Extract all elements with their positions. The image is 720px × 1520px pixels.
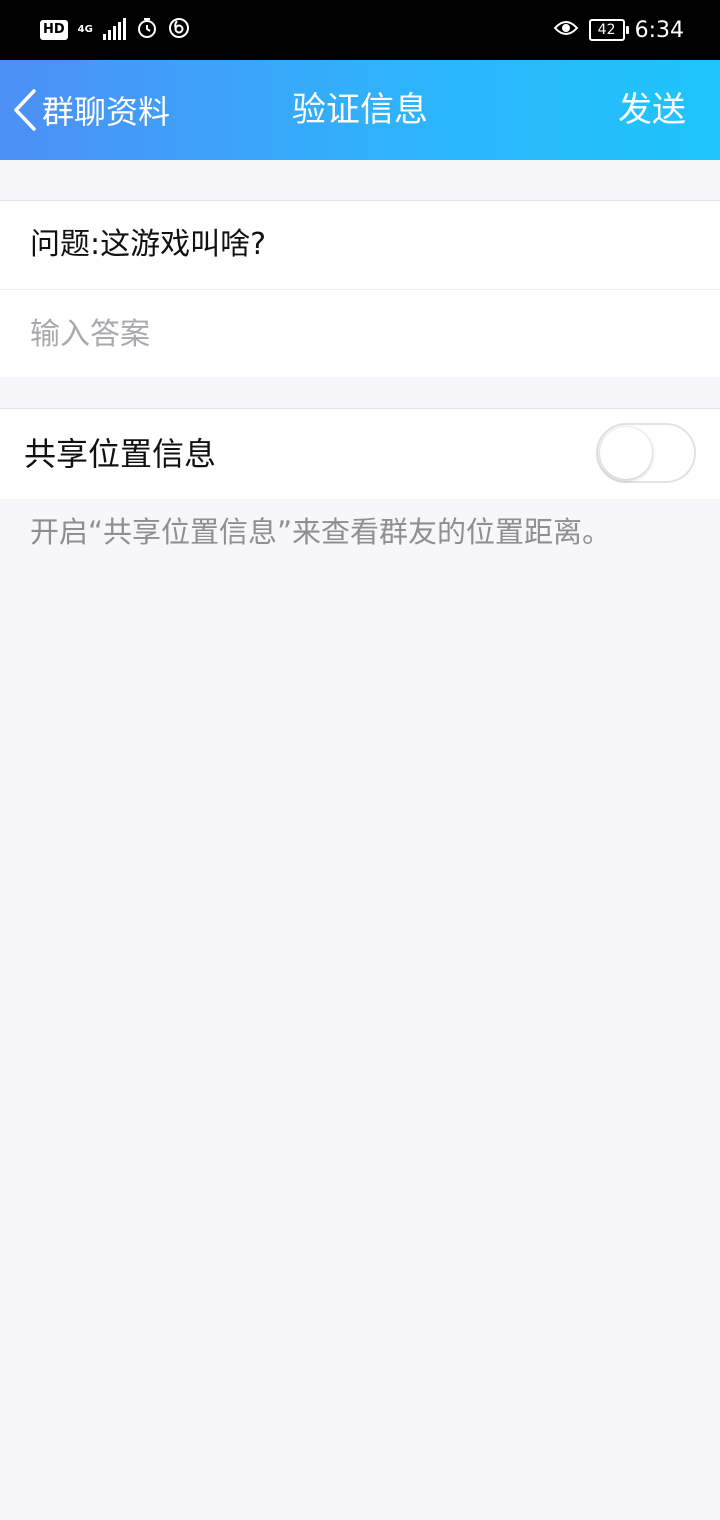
navigation-bar: 群聊资料 验证信息 发送	[0, 60, 720, 160]
eye-comfort-icon	[553, 18, 579, 42]
answer-input[interactable]	[0, 290, 720, 378]
verification-question: 问题:这游戏叫啥?	[0, 201, 720, 290]
alarm-clock-icon	[136, 17, 158, 43]
share-location-toggle[interactable]	[596, 423, 696, 483]
netease-music-icon	[168, 17, 190, 43]
verification-card: 问题:这游戏叫啥?	[0, 200, 720, 378]
back-button[interactable]: 群聊资料	[10, 86, 170, 134]
share-location-label: 共享位置信息	[24, 435, 217, 473]
toggle-knob	[600, 427, 652, 479]
network-type-icon: 4G	[77, 24, 93, 35]
status-bar: HD 4G 42 6:34	[0, 0, 720, 60]
status-left-icons: HD 4G	[40, 16, 190, 44]
battery-icon: 42	[588, 19, 629, 41]
send-button[interactable]: 发送	[618, 86, 686, 134]
status-time: 6:34	[634, 17, 684, 43]
share-location-hint: 开启“共享位置信息”来查看群友的位置距离。	[30, 515, 612, 549]
signal-strength-icon	[102, 18, 126, 40]
back-arrow-icon	[10, 87, 40, 133]
status-right-icons: 42 6:34	[553, 16, 684, 44]
share-location-row: 共享位置信息	[0, 408, 720, 499]
hd-voice-icon: HD	[40, 20, 68, 40]
back-button-label: 群聊资料	[42, 93, 171, 131]
